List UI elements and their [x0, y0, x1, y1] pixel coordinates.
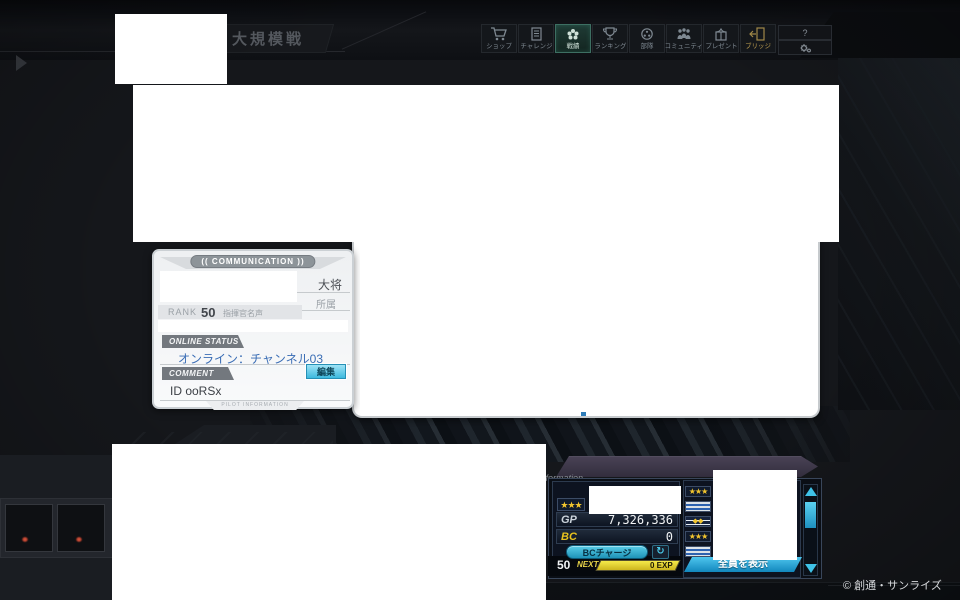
menu-label: チャレンジ [520, 41, 552, 50]
status-led-icon [76, 537, 82, 542]
online-status-header: ONLINE STATUS [162, 335, 244, 348]
help-button[interactable]: ? [778, 25, 832, 40]
comment-text: ID ooRSx [170, 384, 221, 398]
menu-label: ショップ [486, 41, 512, 50]
exp-progress-bar: 0 EXP [595, 560, 680, 571]
bc-value: 0 [666, 530, 673, 544]
rank-label: RANK [168, 307, 197, 317]
scrollbar-thumb[interactable] [805, 502, 816, 528]
member-rank-insignia: ★★★ [685, 486, 711, 497]
refresh-button[interactable]: ↻ [652, 545, 669, 559]
commander-rank-insignia: ★★★ [557, 498, 585, 511]
edit-comment-button[interactable]: 編集 [306, 364, 346, 379]
divider [292, 292, 350, 293]
rank-value: 50 [557, 558, 570, 572]
exp-progress-fill: 0 EXP [597, 561, 679, 570]
member-rank-insignia [685, 546, 711, 557]
menu-challenge-button[interactable]: チャレンジ [518, 24, 554, 53]
redaction-box [158, 320, 348, 332]
squad-icon [638, 26, 656, 41]
gp-value: 7,326,336 [608, 513, 673, 527]
challenge-document-icon [527, 26, 545, 41]
main-menu: ショップ チャレンジ 戦績 ランキング 部隊 [481, 24, 777, 53]
menu-label: ランキング [594, 41, 626, 50]
fame-label: 指揮官名声 [223, 308, 263, 319]
gp-row: GP 7,326,336 [556, 512, 678, 527]
cart-icon [490, 26, 508, 41]
menu-present-button[interactable]: プレゼント [703, 24, 739, 53]
menu-record-button[interactable]: 戦績 [555, 24, 591, 53]
bridge-door-icon [749, 26, 767, 41]
redaction-box [133, 85, 839, 242]
ranking-trophy-icon [601, 26, 619, 41]
hangar-background-lines [838, 58, 960, 410]
redaction-box [360, 232, 812, 413]
divider [160, 400, 350, 401]
rank-value: 50 [201, 305, 215, 320]
gp-label: GP [561, 514, 577, 526]
pilot-info-card: (( COMMUNICATION )) 大将 所属 RANK 50 指揮官名声 … [152, 249, 354, 409]
present-gift-icon [712, 26, 730, 41]
redaction-box [115, 14, 227, 84]
comment-header: COMMENT [162, 367, 234, 380]
hud-monitor [5, 504, 53, 552]
menu-label: プレゼント [705, 41, 737, 50]
page-title: 大規模戦 [232, 28, 304, 49]
side-arrow-icon [16, 55, 27, 71]
redaction-box [589, 486, 681, 514]
bc-row: BC 0 [556, 529, 678, 544]
hud-monitor-panel [0, 498, 114, 558]
refresh-icon: ↻ [656, 546, 664, 557]
config-gear-icon [799, 43, 811, 53]
record-emblem-icon [564, 26, 582, 41]
game-lobby-screen: 大規模戦 ショップ チャレンジ 戦績 ランキング [0, 0, 960, 600]
dialog-marker-dot [581, 412, 586, 416]
hud-monitor [57, 504, 105, 552]
member-rank-insignia: ◆◆ [685, 516, 711, 527]
help-icon: ? [802, 28, 807, 38]
menu-community-button[interactable]: コミュニティ [666, 24, 702, 53]
menu-label: 戦績 [567, 41, 580, 50]
communication-header: (( COMMUNICATION )) [190, 255, 315, 268]
config-button[interactable] [778, 40, 832, 55]
community-icon [675, 26, 693, 41]
bc-label: BC [561, 531, 577, 543]
scroll-down-icon[interactable] [805, 564, 817, 573]
menu-squad-button[interactable]: 部隊 [629, 24, 665, 53]
redaction-box [112, 444, 546, 600]
next-label: NEXT [577, 560, 598, 569]
menu-label: コミュニティ [665, 41, 703, 50]
affiliation-label: 所属 [316, 296, 336, 311]
menu-label: ブリッジ [745, 41, 771, 50]
pilot-information-footer: PILOT INFORMATION [206, 401, 304, 410]
menu-ranking-button[interactable]: ランキング [592, 24, 628, 53]
member-rank-insignia: ★★★ [685, 531, 711, 542]
redaction-box [160, 271, 297, 302]
menu-label: 部隊 [641, 41, 654, 50]
member-list-scrollbar[interactable] [803, 484, 818, 576]
exp-value: 0 EXP [650, 561, 673, 570]
copyright-text: © 創通・サンライズ [843, 577, 942, 593]
menu-shop-button[interactable]: ショップ [481, 24, 517, 53]
scroll-up-icon[interactable] [805, 487, 817, 496]
member-rank-insignia [685, 501, 711, 512]
bc-charge-button[interactable]: BCチャージ [566, 545, 648, 559]
rank-title: 大将 [318, 276, 342, 293]
menu-bridge-button[interactable]: ブリッジ [740, 24, 776, 53]
redaction-box [713, 470, 797, 560]
status-led-icon [22, 537, 28, 542]
